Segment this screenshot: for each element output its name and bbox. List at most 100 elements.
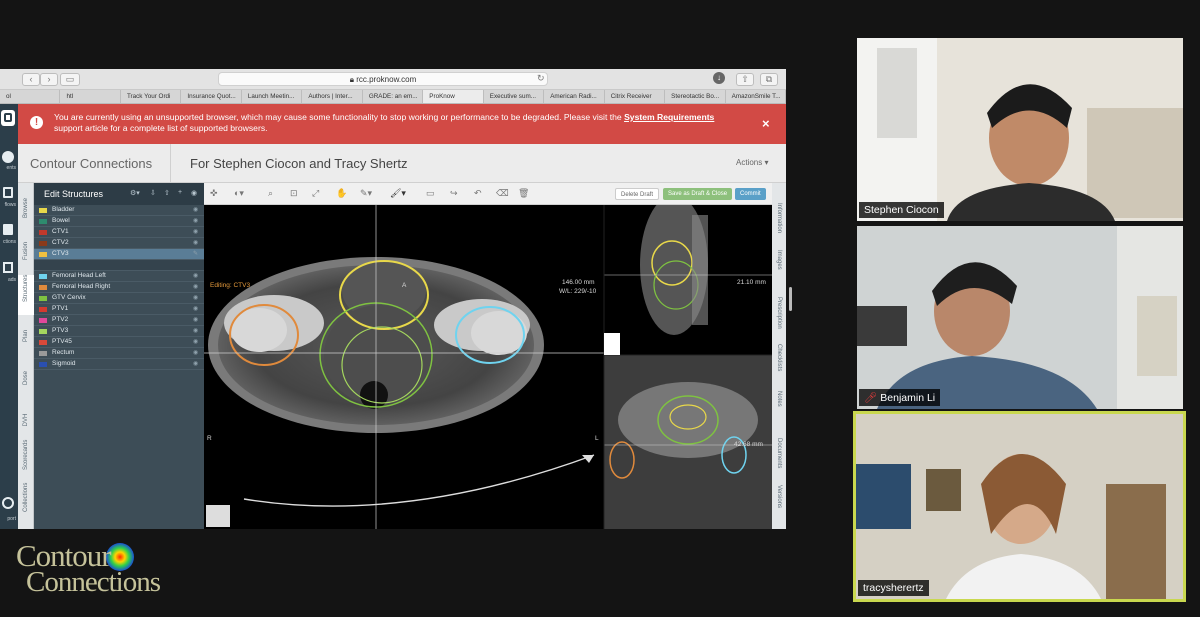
browser-tab[interactable]: AmazonSmile T... [726, 90, 786, 103]
zoom-icon[interactable]: ⌕ [268, 188, 273, 199]
structure-row[interactable]: Femoral Head Left ◉ [34, 271, 204, 282]
trash-icon[interactable]: 🗑︎ [518, 188, 529, 199]
pen-icon[interactable]: ✎▾ [360, 188, 372, 199]
rtab-notes[interactable]: Notes [772, 377, 786, 421]
browser-tab[interactable]: Executive sum... [484, 90, 545, 103]
eye-icon[interactable]: ◉ [193, 206, 198, 213]
visibility-icon[interactable]: ◉ [191, 189, 197, 197]
expand-icon[interactable]: ⤢ [312, 188, 319, 199]
support-icon[interactable] [2, 497, 14, 509]
browser-tab[interactable]: Launch Meetin... [242, 90, 303, 103]
video-tile-tracy-active-speaker[interactable]: tracysherertz [853, 411, 1186, 602]
vtab-dose[interactable]: Dose [18, 359, 34, 399]
eye-icon[interactable]: ◉ [193, 239, 198, 246]
import-icon[interactable]: ⇩ [150, 189, 156, 197]
structure-row[interactable]: PTV2 ◉ [34, 315, 204, 326]
structure-row[interactable]: CTV1 ◉ [34, 227, 204, 238]
axial-view[interactable] [204, 205, 604, 529]
system-requirements-link[interactable]: System Requirements [624, 112, 714, 122]
settings-icon[interactable]: ⚙▾ [130, 189, 140, 197]
nav-label-support[interactable]: port [0, 516, 18, 522]
browser-tab[interactable]: Track Your Ordi [121, 90, 182, 103]
structure-row[interactable]: CTV3 ✎ [34, 249, 204, 260]
sidebar-toggle-icon[interactable]: ▭ [60, 73, 80, 86]
edit-icon[interactable]: ✎ [193, 250, 198, 257]
eye-icon[interactable]: ◉ [193, 294, 198, 301]
rtab-images[interactable]: Images [772, 236, 786, 280]
rtab-checklists[interactable]: Checklists [772, 330, 786, 374]
structure-row[interactable]: PTV3 ◉ [34, 326, 204, 337]
vtab-collections[interactable]: Collections [18, 483, 34, 525]
crosshair-icon[interactable]: ✜ [210, 188, 218, 199]
split-resize-handle[interactable] [789, 287, 792, 311]
browser-tab[interactable]: Citrix Receiver [605, 90, 666, 103]
pan-hand-icon[interactable]: ✋ [336, 188, 347, 199]
vtab-scorecards[interactable]: Scorecards [18, 440, 34, 483]
eye-icon[interactable]: ◉ [193, 272, 198, 279]
sagittal-view[interactable] [604, 205, 772, 335]
structure-row[interactable]: Femoral Head Right ◉ [34, 282, 204, 293]
forward-button[interactable]: › [40, 73, 58, 86]
eye-icon[interactable]: ◉ [193, 349, 198, 356]
browser-tab[interactable]: American Radi... [544, 90, 605, 103]
structure-row[interactable]: Bowel ◉ [34, 216, 204, 227]
nav-label-collections[interactable]: ctions [0, 239, 18, 245]
reload-icon[interactable]: ↻ [537, 73, 545, 84]
eraser-icon[interactable]: ⌫ [496, 188, 509, 199]
eye-icon[interactable]: ◉ [193, 327, 198, 334]
browser-tab[interactable]: ProKnow [423, 90, 484, 103]
delete-draft-button[interactable]: Delete Draft [615, 188, 660, 200]
export-icon[interactable]: ⇧ [164, 189, 170, 197]
vtab-dvh[interactable]: DVH [18, 401, 34, 441]
nav-label-workflows[interactable]: flows [0, 202, 18, 208]
eye-icon[interactable]: ◉ [193, 217, 198, 224]
structure-row[interactable]: Bladder ◉ [34, 205, 204, 216]
browser-tab[interactable]: Insurance Quot... [181, 90, 242, 103]
eye-icon[interactable]: ◉ [193, 360, 198, 367]
vtab-fusion[interactable]: Fusion [18, 233, 34, 273]
rtab-versions[interactable]: Versions [772, 471, 786, 515]
eye-icon[interactable]: ◉ [193, 338, 198, 345]
browser-tab[interactable]: htl [60, 90, 121, 103]
video-tile-benjamin[interactable]: 🎤︎ Benjamin Li [857, 226, 1183, 409]
browser-tab[interactable]: Authors | Inter... [302, 90, 363, 103]
tabs-overview-icon[interactable]: ⧉ [760, 73, 778, 86]
save-draft-close-button[interactable]: Save as Draft & Close [663, 188, 733, 200]
fit-icon[interactable]: ⊡ [290, 188, 298, 199]
uploads-icon[interactable] [3, 262, 13, 273]
actions-menu-button[interactable]: Actions ▾ [736, 158, 768, 167]
url-bar[interactable]: 🔒︎ rcc.proknow.com [218, 72, 548, 86]
patients-icon[interactable] [2, 151, 14, 163]
nav-label-uploads[interactable]: ads [0, 277, 18, 283]
rtab-documents[interactable]: Documents [772, 424, 786, 468]
structure-row[interactable]: PTV45 ◉ [34, 337, 204, 348]
close-warning-button[interactable]: × [762, 116, 770, 131]
share-icon[interactable]: ⇧ [736, 73, 754, 86]
structure-subtools-row[interactable] [34, 260, 204, 271]
eye-icon[interactable]: ◉ [193, 228, 198, 235]
collections-icon[interactable] [3, 224, 13, 235]
structure-row[interactable]: GTV Cervix ◉ [34, 293, 204, 304]
eye-icon[interactable]: ◉ [193, 305, 198, 312]
download-icon[interactable]: ↓ [713, 72, 725, 84]
structure-row[interactable]: Rectum ◉ [34, 348, 204, 359]
redo-arrow-icon[interactable]: ↪ [450, 188, 458, 199]
eye-icon[interactable]: ◉ [193, 283, 198, 290]
rtab-information[interactable]: Information [772, 189, 786, 233]
workflows-icon[interactable] [3, 187, 13, 198]
vtab-structures[interactable]: Structures [18, 275, 34, 315]
undo-icon[interactable]: ↶ [474, 188, 482, 199]
browser-tab[interactable]: GRADE: an em... [363, 90, 424, 103]
structure-row[interactable]: PTV1 ◉ [34, 304, 204, 315]
vtab-plan[interactable]: Plan [18, 317, 34, 357]
commit-button[interactable]: Commit [735, 188, 766, 200]
contrast-icon[interactable]: ◐▾ [234, 188, 244, 199]
nav-label-patients[interactable]: ents [0, 165, 18, 171]
browser-tab[interactable]: ol [0, 90, 61, 103]
back-button[interactable]: ‹ [22, 73, 40, 86]
rtab-prescription[interactable]: Prescription [772, 283, 786, 329]
vtab-browse[interactable]: Browse [18, 191, 34, 231]
brush-icon[interactable]: 🖌︎▾ [390, 188, 406, 199]
structure-row[interactable]: CTV2 ◉ [34, 238, 204, 249]
structure-row[interactable]: Sigmoid ◉ [34, 359, 204, 370]
